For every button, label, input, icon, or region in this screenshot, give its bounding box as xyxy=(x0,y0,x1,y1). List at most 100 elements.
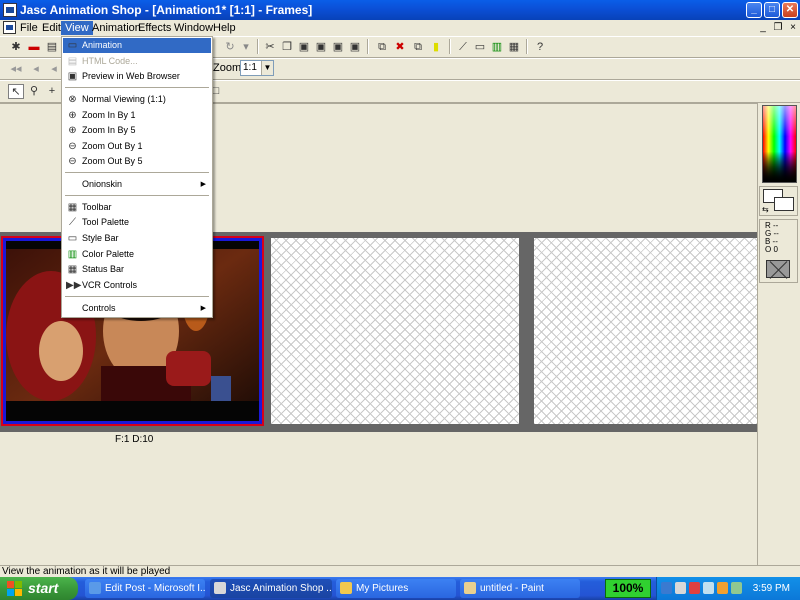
frame-properties-icon[interactable]: ⧉ xyxy=(410,40,426,55)
swap-colors-icon[interactable]: ⇆ xyxy=(762,205,769,214)
paste-frame-icon[interactable]: ▣ xyxy=(347,40,363,55)
banner-wizard-icon[interactable]: ▬ xyxy=(26,40,42,55)
delete-frames-icon[interactable]: ✖ xyxy=(392,40,408,55)
task-paint[interactable]: untitled - Paint xyxy=(460,579,580,598)
messenger-icon[interactable] xyxy=(675,582,686,594)
color-palette-icon: ▥ xyxy=(67,249,78,260)
updates-icon[interactable] xyxy=(717,582,728,594)
zoom-tool-icon[interactable]: ⚲ xyxy=(26,84,42,99)
doc-minimize-button[interactable]: _ xyxy=(757,22,769,34)
animation-shop-icon xyxy=(214,582,226,594)
windows-flag-icon xyxy=(7,581,23,596)
title-bar: Jasc Animation Shop - [Animation1* [1:1]… xyxy=(0,0,800,20)
clock[interactable]: 3:59 PM xyxy=(753,577,790,600)
zoom-in-icon: ⊕ xyxy=(68,125,77,136)
submenu-arrow-icon: ▶ xyxy=(200,181,206,188)
zoom-in-icon: ⊕ xyxy=(68,110,77,121)
help-icon[interactable]: ? xyxy=(532,40,548,55)
frame-3[interactable] xyxy=(534,238,757,424)
doc-restore-button[interactable]: ❐ xyxy=(772,22,784,34)
network-icon[interactable] xyxy=(661,582,672,594)
antivirus-icon[interactable] xyxy=(689,582,700,594)
submenu-arrow-icon: ▶ xyxy=(200,305,206,312)
tool-palette-icon: ⟋ xyxy=(69,217,76,228)
open-icon[interactable]: ▤ xyxy=(44,40,60,55)
app-icon[interactable] xyxy=(3,3,17,17)
task-my-pictures[interactable]: My Pictures xyxy=(336,579,456,598)
maximize-button[interactable]: □ xyxy=(764,2,780,18)
display-icon[interactable] xyxy=(731,582,742,594)
html-code-icon: ▤ xyxy=(67,56,78,67)
task-edit-post[interactable]: Edit Post - Microsoft I... xyxy=(85,579,205,598)
menu-item-animation[interactable]: ▭ Animation xyxy=(63,38,211,53)
menu-item-preview-browser[interactable]: ▣ Preview in Web Browser xyxy=(63,69,211,84)
no-color-icon[interactable] xyxy=(766,260,790,278)
zoom-out-icon: ⊖ xyxy=(68,141,77,152)
view-menu-dropdown: ▭ Animation ▤ HTML Code... ▣ Preview in … xyxy=(61,36,213,318)
vcr-controls-icon: ▶▶ xyxy=(66,280,82,291)
doc-close-button[interactable]: × xyxy=(787,22,799,34)
menu-item-tool-palette[interactable]: ⟋ Tool Palette xyxy=(63,215,211,230)
menu-item-style-bar[interactable]: ▭ Style Bar xyxy=(63,231,211,246)
menu-item-zoom-out-5[interactable]: ⊖ Zoom Out By 5 xyxy=(63,154,211,169)
menu-help[interactable]: Help xyxy=(209,21,240,35)
folder-icon xyxy=(340,582,352,594)
menu-item-onionskin[interactable]: Onionskin ▶ xyxy=(63,177,211,192)
menu-item-controls[interactable]: Controls ▶ xyxy=(63,301,211,316)
window-title: Jasc Animation Shop - [Animation1* [1:1]… xyxy=(20,3,313,17)
battery-gauge[interactable]: 100% xyxy=(605,579,651,598)
background-swatch[interactable] xyxy=(774,197,794,211)
color-info-box: R -- G -- B -- O 0 xyxy=(759,219,798,283)
cut-icon[interactable]: ✂ xyxy=(262,40,278,55)
zoom-value: 1:1 xyxy=(243,62,257,73)
highlight-icon[interactable]: ▮ xyxy=(428,40,444,55)
color-swatches: ⇆ xyxy=(759,186,798,216)
insert-frames-icon[interactable]: ⧉ xyxy=(374,40,390,55)
paste-after-icon[interactable]: ▣ xyxy=(330,40,346,55)
minimize-button[interactable]: _ xyxy=(746,2,762,18)
start-label: start xyxy=(28,580,59,596)
style-bar-icon[interactable]: ▭ xyxy=(472,40,488,55)
menu-item-toolbar[interactable]: ▦ Toolbar xyxy=(63,200,211,215)
style-bar-icon: ▭ xyxy=(67,233,78,244)
menu-item-color-palette[interactable]: ▥ Color Palette xyxy=(63,247,211,262)
toolbar-icon: ▦ xyxy=(67,202,78,213)
first-frame-icon[interactable]: ◂◂ xyxy=(8,62,24,77)
color-palette-icon[interactable]: ▥ xyxy=(489,40,505,55)
internet-explorer-icon xyxy=(89,582,101,594)
volume-icon[interactable] xyxy=(703,582,714,594)
menu-item-status-bar[interactable]: ▦ Status Bar xyxy=(63,262,211,277)
paste-before-icon[interactable]: ▣ xyxy=(313,40,329,55)
status-bar-icon: ▦ xyxy=(67,264,78,275)
status-bar-icon[interactable]: ▦ xyxy=(506,40,522,55)
zoom-out-icon: ⊖ xyxy=(68,156,77,167)
color-picker[interactable] xyxy=(762,105,797,183)
task-animation-shop[interactable]: Jasc Animation Shop ... xyxy=(210,579,332,598)
play-reverse-icon[interactable]: ◂ xyxy=(46,62,62,77)
start-button[interactable]: start xyxy=(0,577,78,600)
menu-item-zoom-in-5[interactable]: ⊕ Zoom In By 5 xyxy=(63,123,211,138)
menu-item-zoom-in-1[interactable]: ⊕ Zoom In By 1 xyxy=(63,108,211,123)
chevron-down-icon[interactable]: ▼ xyxy=(261,61,273,75)
redo-dropdown-icon[interactable]: ▾ xyxy=(238,40,254,55)
tool-palette-icon[interactable]: ⟋ xyxy=(455,40,471,55)
new-wizard-icon[interactable]: ✱ xyxy=(8,40,24,55)
opacity-value: O 0 xyxy=(765,245,778,254)
normal-view-icon: ⊗ xyxy=(68,94,77,105)
menu-item-html-code[interactable]: ▤ HTML Code... xyxy=(63,54,211,69)
redo-icon[interactable]: ↻ xyxy=(222,40,238,55)
frame-2[interactable] xyxy=(271,238,519,424)
menu-item-vcr-controls[interactable]: ▶▶ VCR Controls xyxy=(63,278,211,293)
menu-item-zoom-out-1[interactable]: ⊖ Zoom Out By 1 xyxy=(63,139,211,154)
crosshair-tool-icon[interactable]: + xyxy=(44,84,60,99)
document-icon[interactable] xyxy=(3,21,16,34)
close-button[interactable]: ✕ xyxy=(782,2,798,18)
previous-frame-icon[interactable]: ◂ xyxy=(28,62,44,77)
status-bar: View the animation as it will be played xyxy=(0,565,800,577)
zoom-select[interactable]: 1:1 ▼ xyxy=(240,60,274,76)
animation-icon: ▭ xyxy=(67,40,78,51)
arrow-tool-icon[interactable]: ↖ xyxy=(8,84,24,99)
menu-item-normal-viewing[interactable]: ⊗ Normal Viewing (1:1) xyxy=(63,92,211,107)
copy-icon[interactable]: ❐ xyxy=(279,40,295,55)
paste-icon[interactable]: ▣ xyxy=(296,40,312,55)
